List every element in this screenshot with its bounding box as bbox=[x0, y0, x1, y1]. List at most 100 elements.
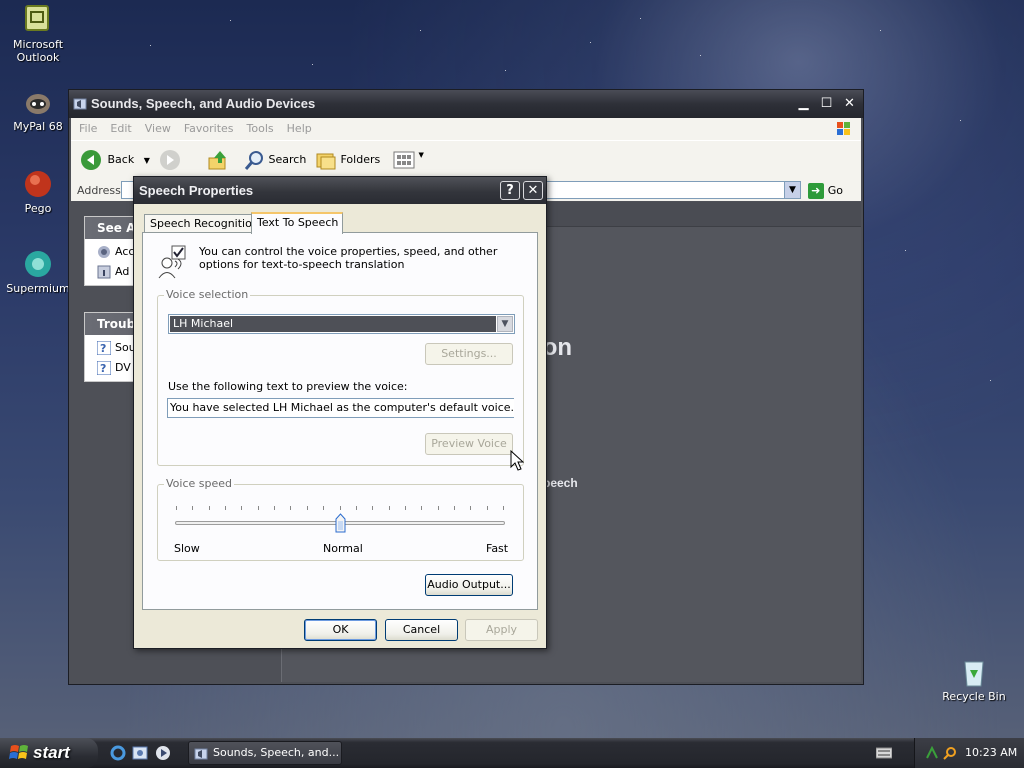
tab-text-to-speech[interactable]: Text To Speech bbox=[251, 212, 343, 234]
menu-edit[interactable]: Edit bbox=[110, 122, 131, 135]
media-player-quicklaunch-icon[interactable] bbox=[155, 745, 171, 761]
speed-slider-thumb[interactable] bbox=[335, 513, 346, 533]
search-icon bbox=[244, 151, 263, 170]
up-folder-button[interactable] bbox=[207, 149, 229, 174]
up-folder-icon bbox=[208, 151, 226, 170]
desktop-icon-label: Pego bbox=[24, 202, 52, 215]
menu-tools[interactable]: Tools bbox=[247, 122, 274, 135]
system-tray: 10:23 AM bbox=[914, 738, 1024, 768]
speed-tick bbox=[225, 506, 226, 510]
preview-voice-button[interactable]: Preview Voice bbox=[425, 433, 513, 455]
keyboard-tray-icon[interactable] bbox=[875, 747, 893, 759]
network-tray-icon[interactable] bbox=[925, 745, 939, 760]
folders-button[interactable]: Folders bbox=[315, 149, 380, 171]
start-label: start bbox=[33, 743, 70, 762]
speed-tick bbox=[209, 506, 210, 510]
speed-tick bbox=[356, 506, 357, 510]
chevron-down-icon[interactable]: ▼ bbox=[497, 316, 513, 332]
speed-tick bbox=[470, 506, 471, 510]
desktop-icon-outlook[interactable]: Microsoft Outlook bbox=[0, 4, 76, 64]
speed-tick bbox=[421, 506, 422, 510]
settings-button[interactable]: Settings... bbox=[425, 343, 513, 365]
desktop-icon-supermium[interactable]: Supermium bbox=[0, 248, 76, 295]
desktop-icon-mypal[interactable]: MyPal 68 bbox=[0, 86, 76, 133]
menu-help[interactable]: Help bbox=[287, 122, 312, 135]
speed-tick bbox=[454, 506, 455, 510]
voice-select[interactable]: LH Michael ▼ bbox=[168, 314, 515, 334]
speed-tick bbox=[192, 506, 193, 510]
menu-file[interactable]: File bbox=[79, 122, 97, 135]
help-button[interactable]: ? bbox=[500, 181, 520, 200]
intro-text: You can control the voice properties, sp… bbox=[199, 245, 498, 271]
pego-icon bbox=[22, 168, 54, 200]
search-button[interactable]: Search bbox=[243, 149, 306, 171]
speed-tick bbox=[372, 506, 373, 510]
speed-ticks bbox=[176, 506, 504, 512]
help-icon: ? bbox=[96, 340, 112, 356]
recycle-bin-icon bbox=[958, 656, 990, 688]
speed-tick bbox=[323, 506, 324, 510]
menu-view[interactable]: View bbox=[145, 122, 171, 135]
apply-button[interactable]: Apply bbox=[465, 619, 538, 641]
menu-favorites[interactable]: Favorites bbox=[184, 122, 234, 135]
speed-tick bbox=[340, 506, 341, 510]
outlook-icon bbox=[22, 4, 54, 36]
outlook-express-quicklaunch-icon[interactable] bbox=[132, 745, 148, 761]
go-button[interactable]: ➜ Go bbox=[807, 183, 843, 199]
ie-quicklaunch-icon[interactable] bbox=[110, 745, 126, 761]
dialog-close-button[interactable]: ✕ bbox=[523, 181, 543, 200]
speech-properties-dialog: Speech Properties ? ✕ Speech Recognition… bbox=[133, 176, 547, 649]
go-arrow-icon: ➜ bbox=[807, 183, 824, 199]
svg-text:?: ? bbox=[100, 342, 106, 355]
explorer-titlebar[interactable]: Sounds, Speech, and Audio Devices ▁ ☐ ✕ bbox=[69, 90, 863, 118]
accessibility-icon bbox=[97, 245, 111, 259]
cancel-button[interactable]: Cancel bbox=[385, 619, 458, 641]
speed-tick bbox=[176, 506, 177, 510]
voice-speed-label: Voice speed bbox=[164, 477, 234, 490]
minimize-button[interactable]: ▁ bbox=[794, 95, 813, 113]
toolbar: Back ▼ Search Folders ▼ bbox=[71, 140, 861, 180]
folders-icon bbox=[316, 153, 336, 170]
text-to-speech-panel: You can control the voice properties, sp… bbox=[142, 232, 538, 610]
speed-tick bbox=[258, 506, 259, 510]
speed-normal-label: Normal bbox=[323, 542, 363, 555]
chevron-down-icon: ▼ bbox=[418, 151, 424, 159]
menubar: File Edit View Favorites Tools Help bbox=[71, 118, 861, 140]
mypal-icon bbox=[22, 86, 54, 118]
taskbar-task-sounds[interactable]: Sounds, Speech, and... bbox=[188, 741, 342, 765]
voice-speed-group: Voice speed Slow Normal Fast bbox=[157, 477, 524, 561]
desktop-icon-label: Recycle Bin bbox=[942, 690, 1006, 703]
views-button[interactable]: ▼ bbox=[393, 151, 424, 172]
desktop-icon-pego[interactable]: Pego bbox=[0, 168, 76, 215]
voice-selection-label: Voice selection bbox=[164, 288, 251, 301]
supermium-icon bbox=[22, 248, 54, 280]
voice-select-value: LH Michael bbox=[170, 316, 496, 332]
address-label: Address bbox=[77, 184, 121, 197]
speed-tick bbox=[307, 506, 308, 510]
back-arrow-icon bbox=[81, 150, 101, 170]
back-button[interactable]: Back ▼ bbox=[80, 149, 150, 171]
dialog-titlebar[interactable]: Speech Properties ? ✕ bbox=[134, 177, 546, 204]
start-button[interactable]: start bbox=[0, 738, 98, 768]
audio-output-button[interactable]: Audio Output... bbox=[425, 574, 513, 596]
forward-button[interactable] bbox=[159, 149, 181, 174]
ok-button[interactable]: OK bbox=[304, 619, 377, 641]
content-subtitle[interactable]: peech bbox=[543, 476, 578, 490]
tab-speech-recognition[interactable]: Speech Recognition bbox=[144, 214, 259, 232]
svg-text:?: ? bbox=[100, 362, 106, 375]
desktop-icon-recycle-bin[interactable]: Recycle Bin bbox=[936, 656, 1012, 703]
close-button[interactable]: ✕ bbox=[840, 95, 859, 113]
speed-slow-label: Slow bbox=[174, 542, 200, 555]
preview-text-input[interactable]: You have selected LH Michael as the comp… bbox=[167, 398, 514, 418]
voice-selection-group: Voice selection LH Michael ▼ Settings...… bbox=[157, 288, 524, 466]
sounds-folder-icon bbox=[194, 748, 208, 760]
speed-fast-label: Fast bbox=[486, 542, 509, 555]
help-icon: ? bbox=[96, 360, 112, 376]
speed-tick bbox=[503, 506, 504, 510]
maximize-button[interactable]: ☐ bbox=[817, 95, 836, 113]
search-tray-icon[interactable] bbox=[943, 746, 957, 760]
speed-tick bbox=[487, 506, 488, 510]
speed-tick bbox=[290, 506, 291, 510]
address-dropdown-button[interactable]: ▼ bbox=[784, 181, 801, 199]
windows-logo-icon bbox=[829, 120, 859, 139]
